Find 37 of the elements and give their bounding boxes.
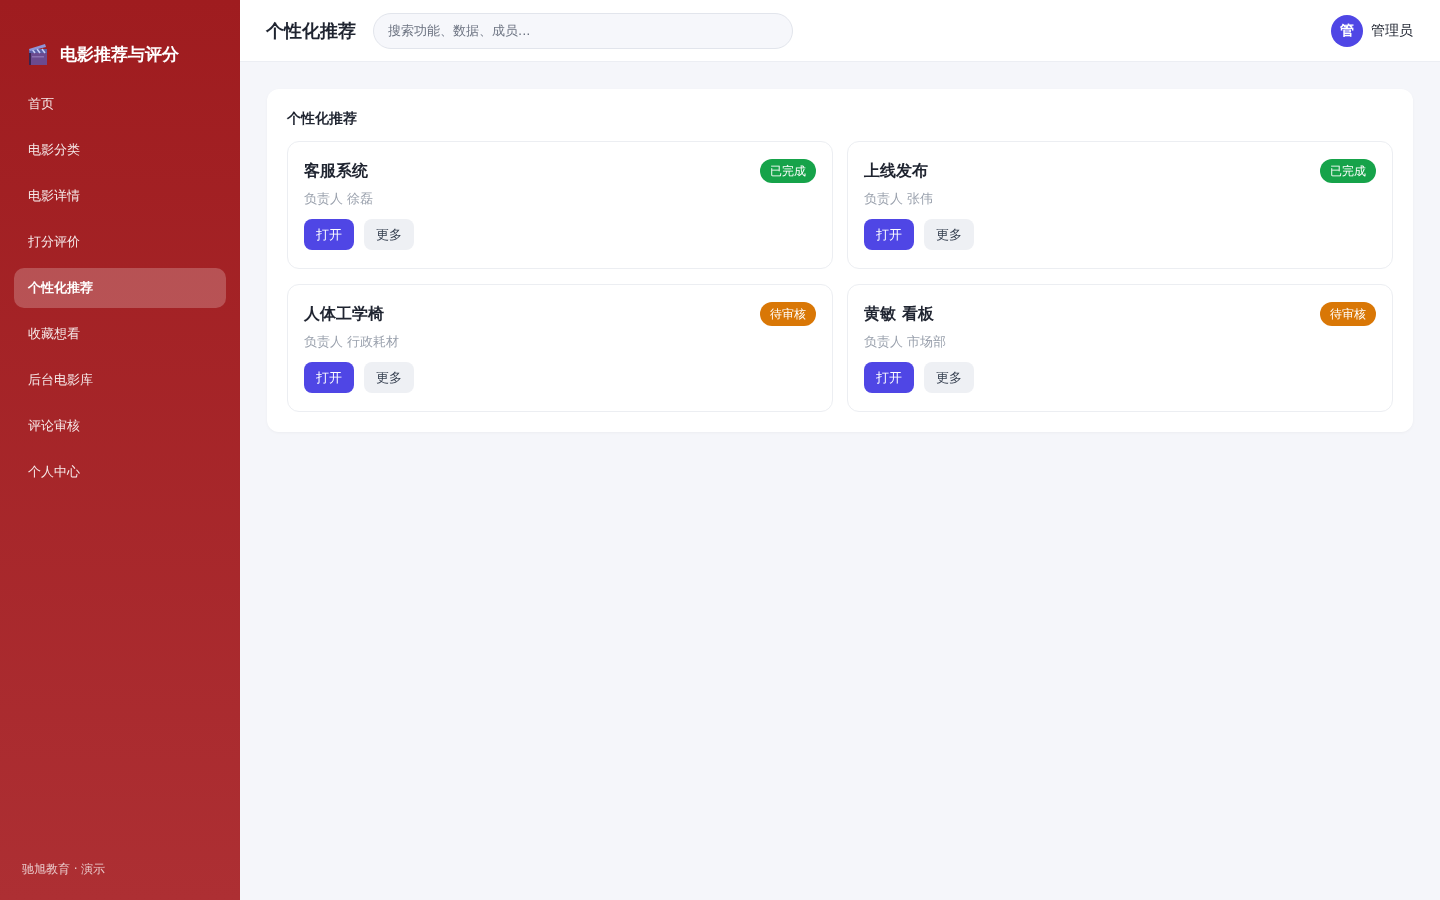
status-badge: 已完成 bbox=[760, 159, 816, 183]
clapperboard-icon bbox=[28, 43, 48, 65]
sidebar-item[interactable]: 评论审核 bbox=[14, 406, 226, 446]
app-title: 电影推荐与评分 bbox=[60, 42, 179, 66]
owner-text: 负责人 行政耗材 bbox=[304, 333, 401, 351]
sidebar-item[interactable]: 后台电影库 bbox=[14, 360, 226, 400]
open-button[interactable]: 打开 bbox=[304, 219, 354, 250]
owner-text: 负责人 张伟 bbox=[864, 190, 935, 208]
more-button[interactable]: 更多 bbox=[924, 362, 974, 393]
sidebar-item[interactable]: 电影分类 bbox=[14, 130, 226, 170]
status-badge: 待审核 bbox=[1320, 302, 1376, 326]
owner-text: 负责人 徐磊 bbox=[304, 190, 375, 208]
open-button[interactable]: 打开 bbox=[864, 362, 914, 393]
search-field[interactable]: 搜索功能、数据、成员... bbox=[373, 12, 793, 49]
status-badge: 已完成 bbox=[1320, 159, 1376, 183]
status-badge: 待审核 bbox=[760, 302, 816, 326]
card-title: 上线发布 bbox=[864, 160, 928, 182]
sidebar-item[interactable]: 首页 bbox=[14, 84, 226, 124]
card-title: 黄敏 看板 bbox=[864, 303, 934, 325]
user-name: 管理员 bbox=[1371, 21, 1413, 40]
more-button[interactable]: 更多 bbox=[364, 219, 414, 250]
sidebar-item[interactable]: 个人中心 bbox=[14, 452, 226, 492]
sidebar-item[interactable]: 个性化推荐 bbox=[14, 268, 226, 308]
card-title: 人体工学椅 bbox=[304, 303, 384, 325]
sidebar-item[interactable]: 收藏想看 bbox=[14, 314, 226, 354]
open-button[interactable]: 打开 bbox=[864, 219, 914, 250]
card-title: 客服系统 bbox=[304, 160, 368, 182]
page-title: 个性化推荐 bbox=[266, 18, 356, 43]
panel-title: 个性化推荐 bbox=[287, 109, 358, 127]
sidebar-item[interactable]: 电影详情 bbox=[14, 176, 226, 216]
user-avatar[interactable]: 管 bbox=[1331, 14, 1363, 47]
more-button[interactable]: 更多 bbox=[364, 362, 414, 393]
open-button[interactable]: 打开 bbox=[304, 362, 354, 393]
owner-text: 负责人 市场部 bbox=[864, 333, 948, 351]
footer-text: 驰旭教育 · 演示 bbox=[21, 861, 107, 878]
sidebar-item[interactable]: 打分评价 bbox=[14, 222, 226, 262]
more-button[interactable]: 更多 bbox=[924, 219, 974, 250]
